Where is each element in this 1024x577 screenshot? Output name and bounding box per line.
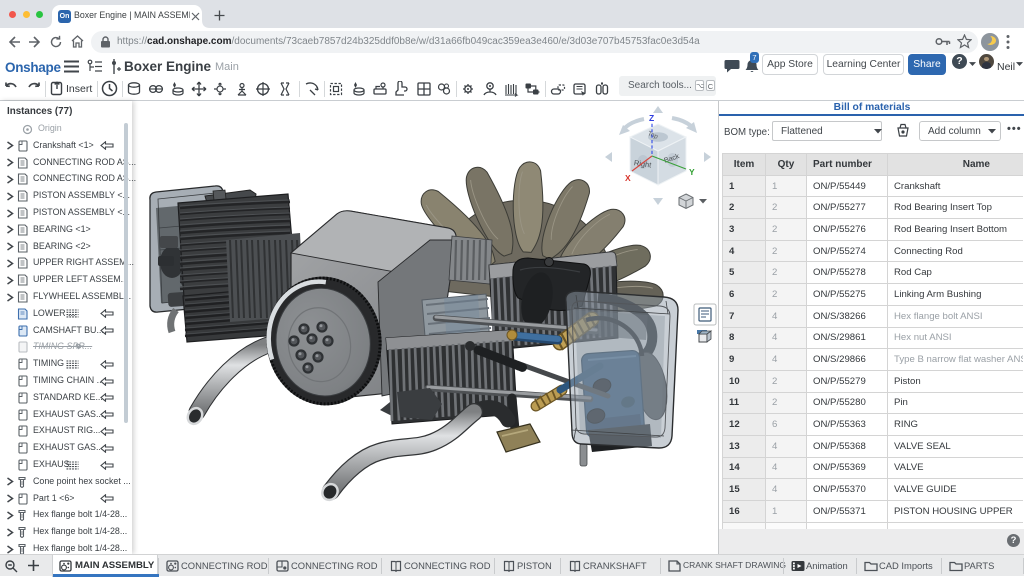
- svg-text:Z: Z: [649, 113, 654, 123]
- svg-text:Y: Y: [689, 167, 695, 177]
- svg-text:X: X: [625, 173, 631, 183]
